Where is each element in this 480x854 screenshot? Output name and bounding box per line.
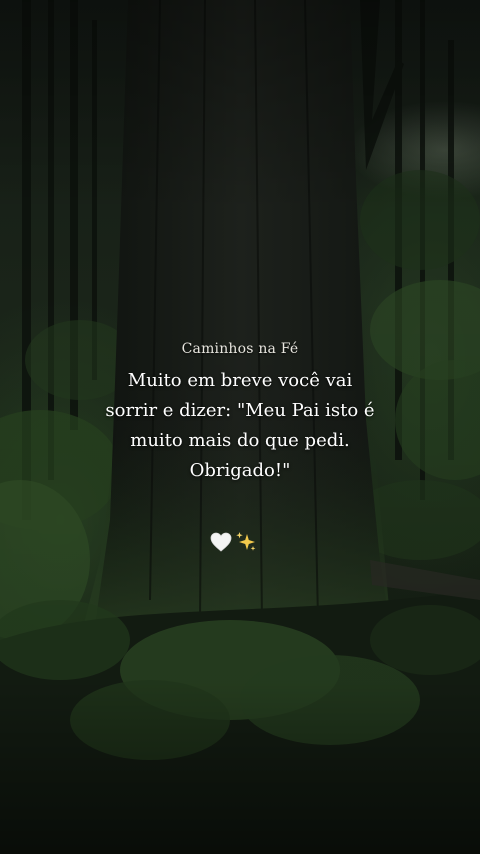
sparkles-icon (235, 531, 257, 553)
video-frame: Caminhos na Fé Muito em breve você vai s… (0, 0, 480, 854)
text-overlay: Caminhos na Fé Muito em breve você vai s… (0, 0, 480, 854)
quote-text: Muito em breve você vai sorrir e dizer: … (105, 370, 375, 481)
white-heart-icon (210, 532, 232, 552)
emoji-row (210, 530, 257, 554)
channel-name: Caminhos na Fé (181, 341, 299, 357)
